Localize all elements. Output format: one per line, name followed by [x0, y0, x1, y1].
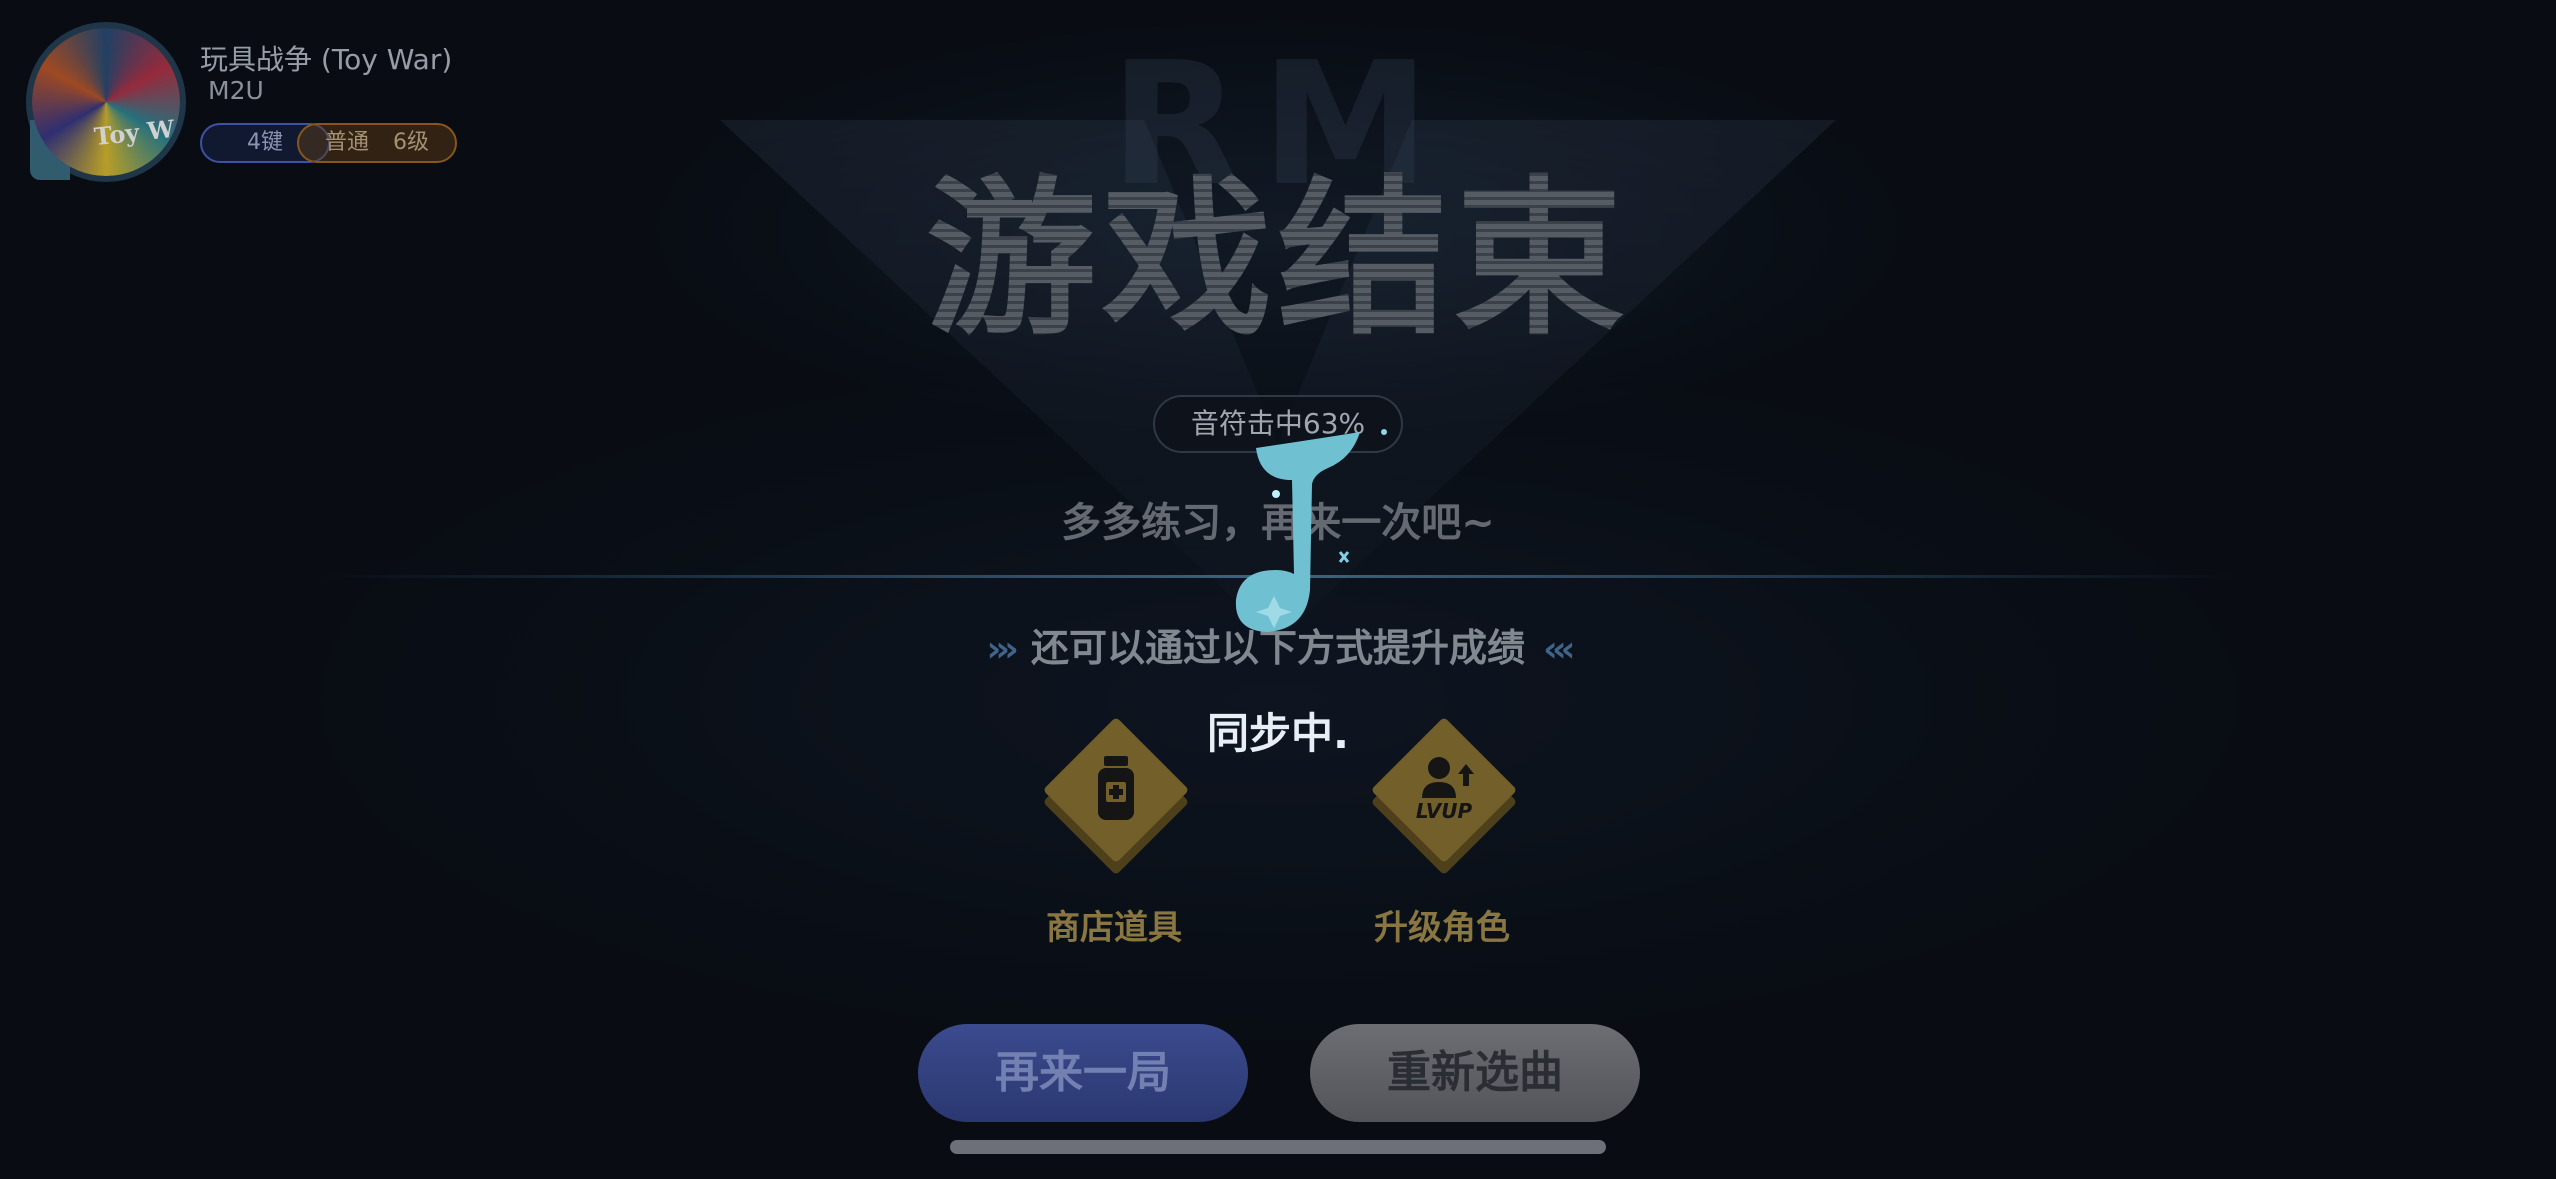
music-note-loading-icon [1200, 420, 1400, 640]
reselect-song-button[interactable]: 重新选曲 [1310, 1024, 1640, 1122]
play-again-button[interactable]: 再来一局 [918, 1024, 1248, 1122]
home-indicator-bar[interactable] [950, 1140, 1606, 1154]
sync-status-text: 同步中. [1207, 709, 1349, 758]
